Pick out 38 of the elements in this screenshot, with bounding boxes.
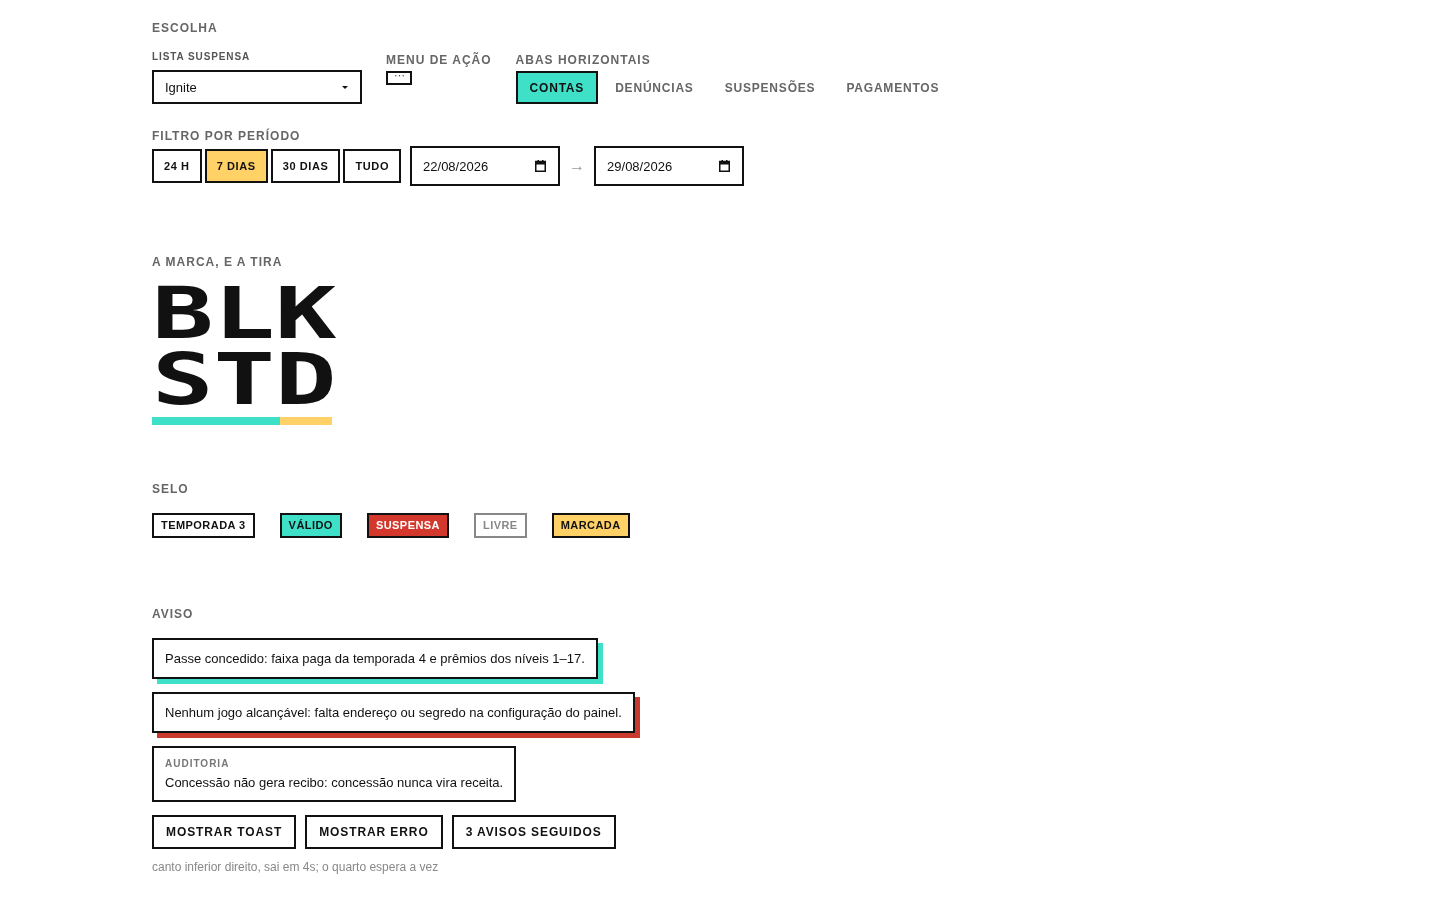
tabs-label: ABAS HORIZONTAIS [515,53,651,67]
calendar-icon[interactable] [535,160,547,172]
tab[interactable]: CONTAS [515,71,599,104]
section-title: ESCOLHA [152,21,218,35]
tab[interactable]: SUSPENSÕES [710,71,830,104]
action-button[interactable]: MOSTRAR ERRO [305,815,443,849]
tab[interactable]: DENÚNCIAS [601,71,708,104]
tab[interactable]: PAGAMENTOS [832,71,954,104]
menu-label: MENU DE AÇÃO [386,53,492,67]
dropdown-select[interactable]: Ignite [152,70,362,104]
range-arrow: → [569,157,586,175]
period-button[interactable]: 7 DIAS [204,149,268,183]
notice-text: Concessão não gera recibo: concessão nunca vira receita. [165,775,504,790]
caret-icon [342,85,348,89]
period-button[interactable]: 24 H [152,149,202,183]
more-button[interactable] [386,71,412,85]
status-badge: MARCADA [551,513,630,538]
period-button[interactable]: 30 DIAS [270,149,341,183]
section-title: FILTRO POR PERÍODO [152,129,301,143]
status-badge: TEMPORADA 3 [152,513,255,538]
status-badge: LIVRE [474,513,527,538]
date-field[interactable]: 29/08/2026 [594,146,745,186]
action-button[interactable]: MOSTRAR TOAST [152,815,297,849]
notice-label: AUDITORIA [165,758,230,770]
section-title: A MARCA, E A TIRA [152,255,283,269]
logo-wordmark: BLK STD [152,280,337,412]
status-badge: VÁLIDO [279,513,342,538]
hint-text: canto inferior direito, sai em 4s; o quarto espera a vez [152,860,439,874]
period-button[interactable]: TUDO [343,149,402,183]
section-title: SELO [152,482,189,496]
notice-text: Nenhum jogo alcançável: falta endereço ou segredo na configuração do painel. [165,705,622,720]
action-button[interactable]: 3 AVISOS SEGUIDOS [451,815,616,849]
status-badge: SUSPENSA [366,513,449,538]
date-field[interactable]: 22/08/2026 [410,146,561,186]
calendar-icon[interactable] [719,160,731,172]
dropdown-label: LISTA SUSPENSA [152,50,251,64]
notice-text: Passe concedido: faixa paga da temporada 4 e prêmios dos níveis 1–17. [165,651,585,666]
section-title: AVISO [152,607,194,621]
